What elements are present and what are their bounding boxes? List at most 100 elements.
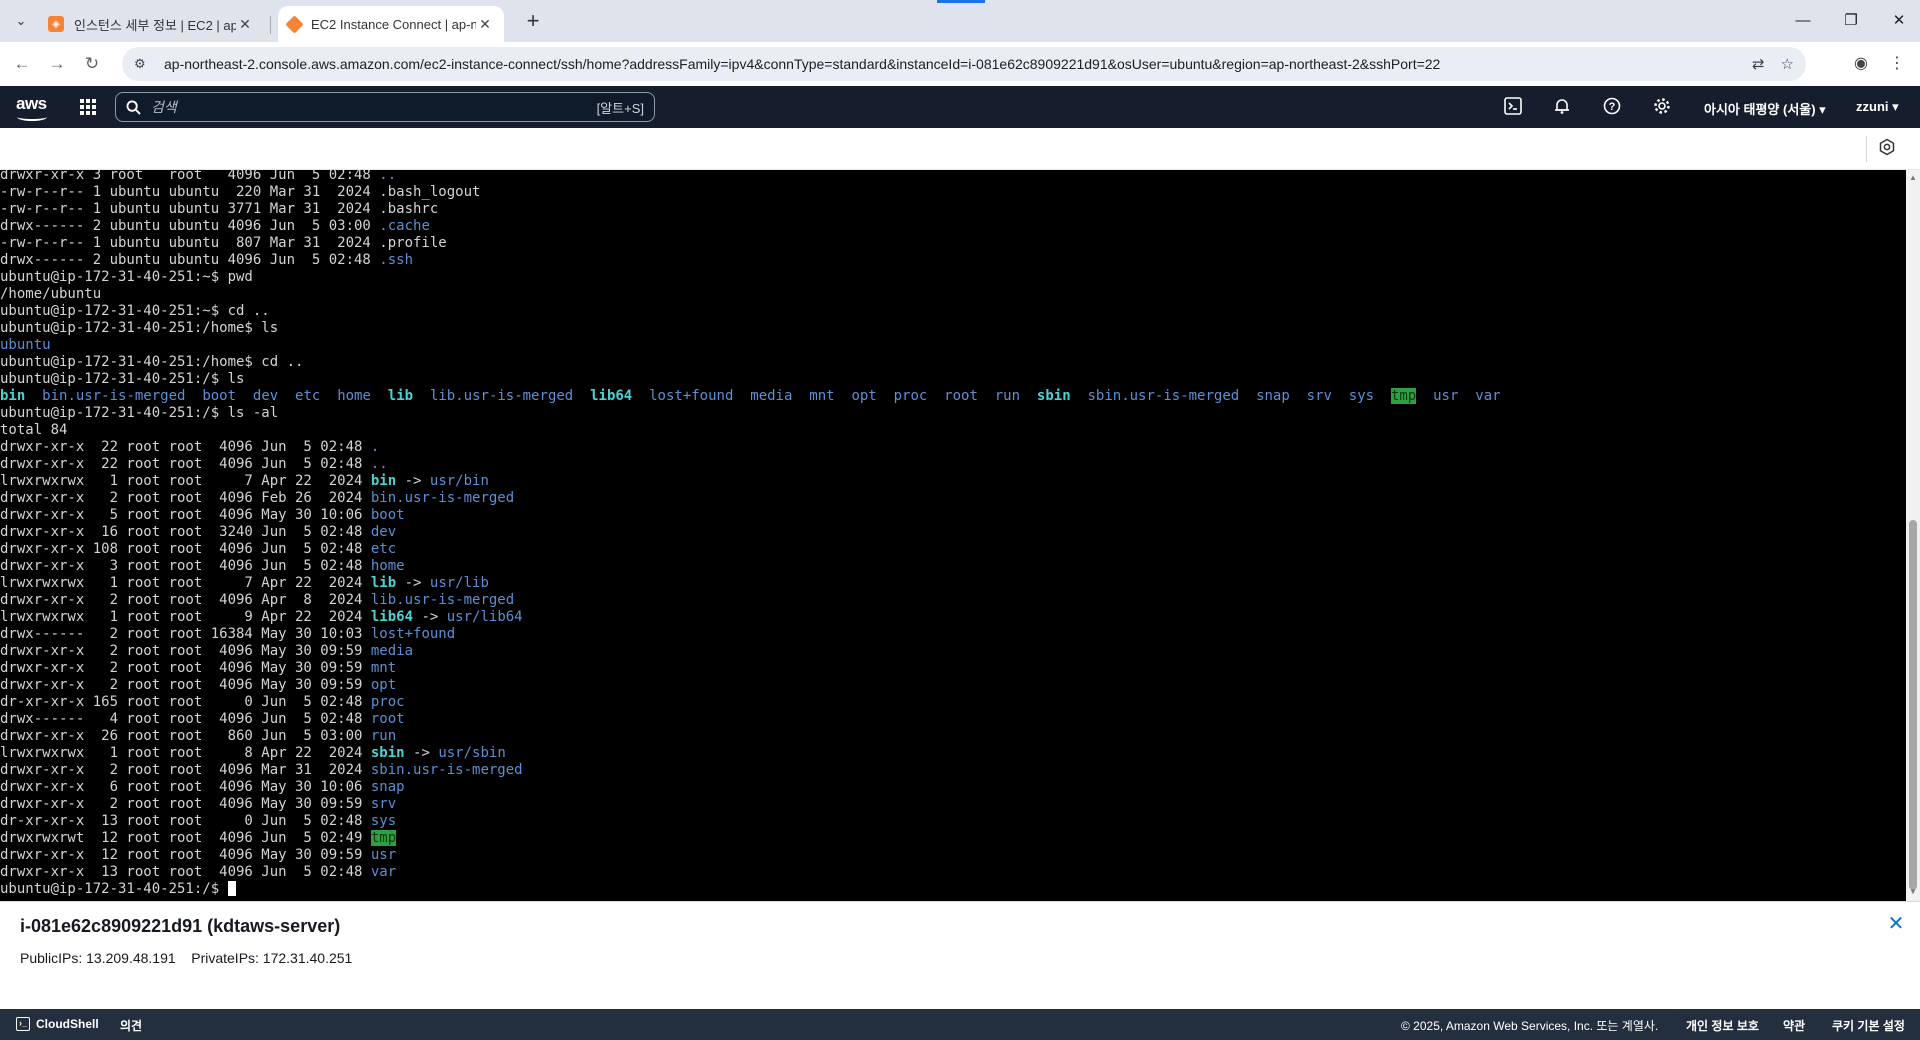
region-selector[interactable]: 아시아 태평양 (서울) ▾ bbox=[1704, 99, 1826, 118]
terminal-line: drwxr-xr-x 2 root root 4096 Apr 8 2024 l… bbox=[0, 592, 1906, 609]
terminal-text: lrwxrwxrwx 1 root root 7 Apr 22 2024 bbox=[0, 575, 371, 591]
profile-icon[interactable]: ◉ bbox=[1848, 51, 1874, 77]
terminal-line: lrwxrwxrwx 1 root root 8 Apr 22 2024 sbi… bbox=[0, 745, 1906, 762]
terminal-link-entry: sbin bbox=[1036, 388, 1071, 404]
terminal-line: drwxrwxrwt 12 root root 4096 Jun 5 02:49… bbox=[0, 830, 1906, 847]
terminal-text: drwxr-xr-x 5 root root 4096 May 30 10:06 bbox=[0, 507, 371, 523]
terminal-text: ubuntu@ip-172-31-40-251:~$ pwd bbox=[0, 269, 253, 285]
tab-close-icon[interactable]: ✕ bbox=[476, 16, 494, 33]
terminal-text: ubuntu@ip-172-31-40-251:/$ ls -al bbox=[0, 405, 279, 421]
forward-icon[interactable]: → bbox=[44, 51, 70, 77]
scrollbar-thumb[interactable] bbox=[1909, 520, 1917, 890]
aws-footer: ›_ CloudShell 의견 © 2025, Amazon Web Serv… bbox=[0, 1009, 1920, 1040]
terminal-dir-entry: lib.usr-is-merged bbox=[429, 388, 574, 404]
tab-search-chevron-icon[interactable]: ⌄ bbox=[8, 8, 34, 34]
feedback-link[interactable]: 의견 bbox=[120, 1017, 142, 1034]
terminal-dir-entry: sbin.usr-is-merged bbox=[370, 762, 523, 778]
cloudshell-footer-icon: ›_ bbox=[16, 1017, 30, 1031]
aws-search-input[interactable]: 검색 [알트+S] bbox=[115, 92, 655, 122]
terminal-dir-entry: var bbox=[1475, 388, 1501, 404]
terminal-text: drwxr-xr-x 2 root root 4096 May 30 09:59 bbox=[0, 677, 371, 693]
translate-icon[interactable]: ⇄ bbox=[1752, 55, 1765, 73]
instance-connect-subbar bbox=[0, 128, 1920, 170]
account-menu[interactable]: zzuni ▾ bbox=[1856, 99, 1899, 115]
url-text[interactable]: ap-northeast-2.console.aws.amazon.com/ec… bbox=[164, 56, 1736, 72]
terminal-line: drwxr-xr-x 3 root root 4096 Jun 5 02:48 … bbox=[0, 558, 1906, 575]
divider bbox=[1866, 136, 1867, 162]
tab-separator bbox=[270, 16, 271, 34]
terminal-text: drwxr-xr-x 2 root root 4096 Feb 26 2024 bbox=[0, 490, 371, 506]
help-icon[interactable]: ? bbox=[1602, 97, 1622, 117]
terminal-line: /home/ubuntu bbox=[0, 286, 1906, 303]
reload-icon[interactable]: ↻ bbox=[79, 51, 105, 77]
terminal-dir-entry: usr/lib bbox=[429, 575, 489, 591]
back-icon[interactable]: ← bbox=[9, 51, 35, 77]
terminal-line: -rw-r--r-- 1 ubuntu ubuntu 807 Mar 31 20… bbox=[0, 235, 1906, 252]
privacy-link[interactable]: 개인 정보 보호 bbox=[1686, 1017, 1759, 1034]
address-bar[interactable]: ⚙ ap-northeast-2.console.aws.amazon.com/… bbox=[122, 47, 1806, 81]
terminal-dir-entry: snap bbox=[1256, 388, 1290, 404]
settings-gear-icon[interactable] bbox=[1652, 97, 1672, 117]
terminal-text: drwxr-xr-x 22 root root 4096 Jun 5 02:48 bbox=[0, 456, 371, 472]
scroll-down-icon[interactable]: ▼ bbox=[1909, 888, 1917, 896]
terminal-line: drwxr-xr-x 22 root root 4096 Jun 5 02:48… bbox=[0, 456, 1906, 473]
ec2-favicon-icon bbox=[285, 14, 304, 34]
terminal-dir-entry: bin.usr-is-merged bbox=[42, 388, 186, 404]
terminal-link-entry: sbin bbox=[370, 745, 405, 761]
cloudshell-button[interactable]: ›_ CloudShell bbox=[16, 1017, 99, 1031]
browser-menu-icon[interactable]: ⋮ bbox=[1884, 51, 1910, 77]
services-grid-icon[interactable] bbox=[80, 99, 96, 115]
terminal-dir-entry: usr bbox=[1433, 388, 1459, 404]
bookmark-star-icon[interactable]: ☆ bbox=[1781, 55, 1794, 73]
aws-logo-text: aws bbox=[16, 94, 47, 113]
terminal-line: drwx------ 2 ubuntu ubuntu 4096 Jun 5 03… bbox=[0, 218, 1906, 235]
cookie-preferences-link[interactable]: 쿠키 기본 설정 bbox=[1832, 1017, 1905, 1034]
window-close-icon[interactable]: ✕ bbox=[1884, 8, 1914, 34]
panel-close-icon[interactable]: ✕ bbox=[1886, 914, 1906, 934]
terminal-text: drwxr-xr-x 3 root root 4096 Jun 5 02:48 bbox=[0, 170, 380, 183]
terminal-dir-entry: home bbox=[370, 558, 405, 574]
terminal-text: drwxr-xr-x 6 root root 4096 May 30 10:06 bbox=[0, 779, 371, 795]
terminal-text: drwxr-xr-x 16 root root 3240 Jun 5 02:48 bbox=[0, 524, 371, 540]
search-placeholder: 검색 bbox=[151, 99, 177, 115]
terminal-dir-entry: boot bbox=[370, 507, 405, 523]
instance-title: i-081e62c8909221d91 (kdtaws-server) bbox=[20, 916, 341, 936]
new-tab-plus-icon[interactable]: + bbox=[520, 9, 546, 35]
terminal-text: ubuntu@ip-172-31-40-251:~$ cd .. bbox=[0, 303, 270, 319]
terminal-settings-icon[interactable] bbox=[1876, 138, 1898, 160]
terminal-line: drwxr-xr-x 16 root root 3240 Jun 5 02:48… bbox=[0, 524, 1906, 541]
terminal-line: drwxr-xr-x 5 root root 4096 May 30 10:06… bbox=[0, 507, 1906, 524]
terminal-cursor bbox=[227, 881, 236, 896]
terminal-scrollbar[interactable]: ▲ ▼ bbox=[1906, 170, 1920, 901]
scroll-up-icon[interactable]: ▲ bbox=[1909, 174, 1917, 182]
terminal-line: total 84 bbox=[0, 422, 1906, 439]
tab-ec2-instance-connect[interactable]: EC2 Instance Connect | ap-nor ✕ bbox=[278, 6, 504, 42]
notifications-bell-icon[interactable] bbox=[1552, 97, 1572, 117]
terminal-line: ubuntu@ip-172-31-40-251:/home$ cd .. bbox=[0, 354, 1906, 371]
aws-logo[interactable]: aws bbox=[16, 94, 52, 121]
cloudshell-icon[interactable] bbox=[1503, 97, 1523, 117]
terminal-line: bin bin.usr-is-merged boot dev etc home … bbox=[0, 388, 1906, 405]
tab-instance-details[interactable]: ◈ 인스턴스 세부 정보 | EC2 | ap- ✕ bbox=[38, 6, 264, 42]
tab-close-icon[interactable]: ✕ bbox=[236, 16, 254, 33]
terminal-dir-entry: etc bbox=[370, 541, 397, 557]
terminal-text: drwxr-xr-x 3 root root 4096 Jun 5 02:48 bbox=[0, 558, 371, 574]
terminal-text: lrwxrwxrwx 1 root root 9 Apr 22 2024 bbox=[0, 609, 371, 625]
terminal-dir-entry: lost+found bbox=[649, 388, 734, 404]
terminal-dir-entry: etc bbox=[295, 388, 321, 404]
minimize-icon[interactable]: — bbox=[1788, 8, 1818, 34]
browser-tab-strip: ⌄ ◈ 인스턴스 세부 정보 | EC2 | ap- ✕ EC2 Instanc… bbox=[0, 0, 1920, 42]
terminal-text: dr-xr-xr-x 13 root root 0 Jun 5 02:48 bbox=[0, 813, 371, 829]
site-info-icon[interactable]: ⚙ bbox=[134, 56, 152, 72]
terminal-dir-entry: ubuntu bbox=[0, 337, 51, 353]
terminal-text: drwxr-xr-x 108 root root 4096 Jun 5 02:4… bbox=[0, 541, 371, 557]
terms-link[interactable]: 약관 bbox=[1783, 1017, 1805, 1034]
restore-icon[interactable]: ❐ bbox=[1836, 8, 1866, 34]
terminal-dir-entry: lib.usr-is-merged bbox=[370, 592, 515, 608]
ssh-terminal[interactable]: drwxr-xr-x 3 root root 4096 Jun 5 02:48 … bbox=[0, 170, 1906, 901]
